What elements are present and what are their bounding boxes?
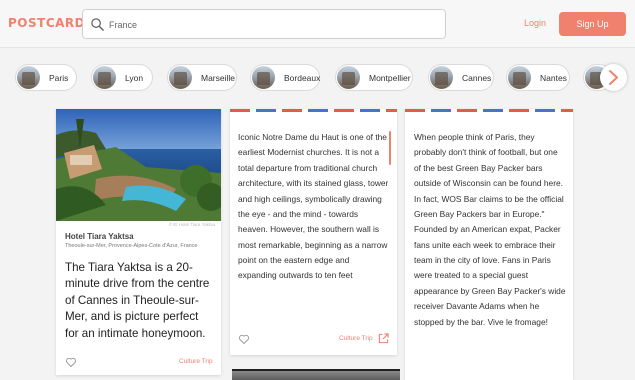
city-chip-bordeaux[interactable]: Bordeaux (250, 64, 320, 91)
city-chip-lyon[interactable]: Lyon (91, 64, 153, 91)
scroll-indicator[interactable] (389, 131, 391, 165)
top-bar: POSTCARD Login Sign Up (0, 0, 635, 48)
story-text: Iconic Notre Dame du Haut is one of the … (238, 132, 389, 281)
city-chip-cannes[interactable]: Cannes (428, 64, 494, 91)
heart-icon[interactable] (65, 356, 77, 368)
city-thumbnail (17, 66, 40, 89)
heart-icon[interactable] (238, 333, 250, 345)
search-box[interactable] (82, 9, 446, 39)
chevron-right-icon (609, 70, 618, 85)
city-label: Paris (49, 73, 69, 83)
city-thumbnail (508, 66, 531, 89)
story-card[interactable]: When people think of Paris, they probabl… (405, 109, 573, 380)
photo-credit: © El Hotel Tiara Yaktsa (168, 222, 215, 227)
story-text: When people think of Paris, they probabl… (414, 132, 566, 327)
source-link[interactable]: Culture Trip (179, 358, 213, 365)
city-thumbnail (337, 66, 360, 89)
city-label: Bordeaux (284, 73, 321, 83)
airmail-border (405, 109, 573, 112)
city-label: Montpellier (369, 73, 411, 83)
hotel-card[interactable]: © El Hotel Tiara Yaktsa Hotel Tiara Yakt… (56, 109, 221, 375)
airmail-border (230, 109, 397, 112)
postcard-logo[interactable]: POSTCARD (8, 16, 85, 30)
city-label: Marseille (201, 73, 236, 83)
search-icon (91, 18, 104, 31)
story-card[interactable]: Iconic Notre Dame du Haut is one of the … (230, 109, 397, 355)
signup-button[interactable]: Sign Up (559, 12, 626, 36)
city-chip-nantes[interactable]: Nantes (506, 64, 570, 91)
hotel-title[interactable]: Hotel Tiara Yaktsa (65, 232, 134, 241)
city-label: Lyon (125, 73, 144, 83)
hotel-description: The Tiara Yaktsa is a 20-minute drive fr… (65, 261, 210, 340)
city-thumbnail (252, 66, 275, 89)
external-link-icon[interactable] (378, 333, 389, 344)
search-input[interactable] (109, 17, 429, 33)
next-cities-button[interactable] (600, 64, 627, 91)
city-label: Nantes (540, 73, 567, 83)
city-strip: Paris Lyon Marseille Bordeaux Montpellie… (0, 55, 635, 99)
city-thumbnail (169, 66, 192, 89)
next-card-preview (232, 369, 400, 380)
login-link[interactable]: Login (524, 18, 546, 28)
hotel-photo (56, 109, 221, 221)
city-thumbnail (430, 66, 453, 89)
source-link[interactable]: Culture Trip (339, 335, 373, 342)
hotel-location: Theoule-sur-Mer, Provence-Alpes-Cote d'A… (65, 243, 198, 249)
city-chip-marseille[interactable]: Marseille (167, 64, 237, 91)
city-chip-montpellier[interactable]: Montpellier (335, 64, 413, 91)
city-thumbnail (93, 66, 116, 89)
city-chip-paris[interactable]: Paris (15, 64, 77, 91)
city-label: Cannes (462, 73, 492, 83)
